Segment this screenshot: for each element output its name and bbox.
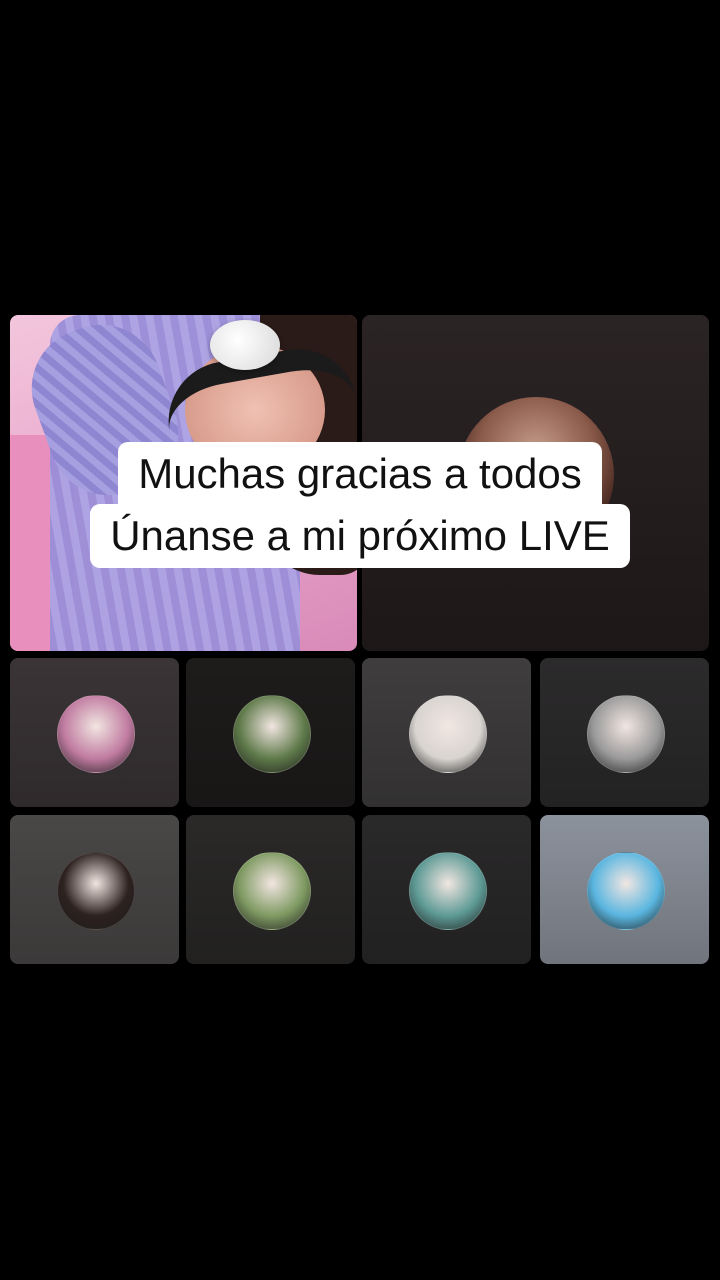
participant-avatar <box>586 851 665 930</box>
participant-tile[interactable] <box>186 815 355 964</box>
participant-tile[interactable] <box>10 658 179 807</box>
caption-line-1: Muchas gracias a todos <box>118 442 602 506</box>
participant-avatar <box>408 694 487 773</box>
participant-avatar <box>586 694 665 773</box>
participant-tile[interactable] <box>540 658 709 807</box>
participant-avatar <box>56 694 135 773</box>
participant-avatar <box>232 851 311 930</box>
participant-tile[interactable] <box>10 815 179 964</box>
participant-avatar <box>56 851 135 930</box>
participant-avatar <box>232 694 311 773</box>
participant-tile[interactable] <box>540 815 709 964</box>
caption-line-2: Únanse a mi próximo LIVE <box>90 504 630 568</box>
participant-tile[interactable] <box>186 658 355 807</box>
headset-device <box>210 320 280 370</box>
participant-tile[interactable] <box>362 815 531 964</box>
participant-tile[interactable] <box>362 658 531 807</box>
caption-overlay: Muchas gracias a todos Únanse a mi próxi… <box>0 442 720 568</box>
participant-avatar <box>408 851 487 930</box>
live-screen: Muchas gracias a todos Únanse a mi próxi… <box>0 0 720 1280</box>
